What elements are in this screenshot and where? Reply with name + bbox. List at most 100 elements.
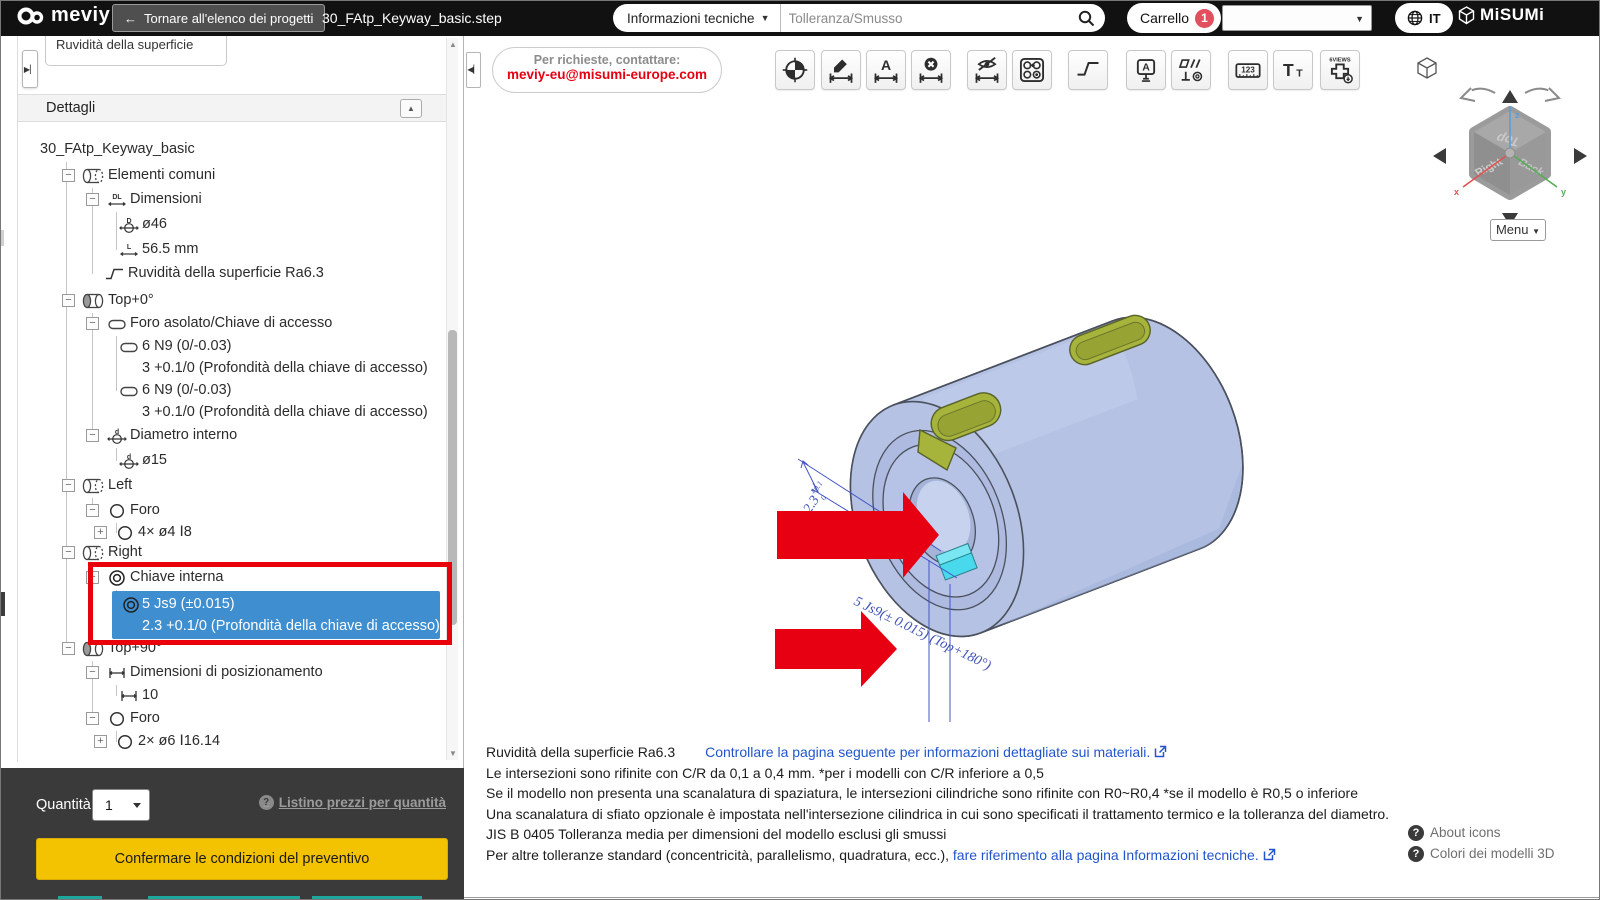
- tree-item-10[interactable]: 10: [0, 685, 446, 707]
- tree-item-diameter-46[interactable]: ø46: [0, 214, 446, 236]
- rotate-cw-arrow[interactable]: [1524, 87, 1562, 102]
- details-collapse-button[interactable]: ▲: [400, 99, 422, 118]
- tree-label: 6 N9 (0/-0.03): [142, 338, 232, 354]
- tree-item-keyway-slot[interactable]: − Foro asolato/Chiave di accesso: [0, 313, 446, 335]
- tree-item-elementi-comuni[interactable]: − Elementi comuni: [0, 165, 446, 187]
- tree-item-depth-a[interactable]: 3 +0.1/0 (Profondità della chiave di acc…: [0, 358, 446, 380]
- tree-expander[interactable]: −: [86, 504, 99, 517]
- edit-dimension-button[interactable]: [821, 50, 861, 90]
- hole-icon: [117, 525, 133, 541]
- tree-item-diameter-15[interactable]: ø15: [0, 450, 446, 472]
- delete-dimension-button[interactable]: [911, 50, 951, 90]
- note-line-6: Per altre tolleranze standard (concentri…: [486, 845, 1496, 866]
- sidebar-collapse-button[interactable]: ◀▏: [466, 52, 481, 88]
- tree-expander[interactable]: +: [94, 735, 107, 748]
- tree-item-6n9-a[interactable]: 6 N9 (0/-0.03): [0, 336, 446, 358]
- tree-item-roughness[interactable]: Ruvidità della superficie Ra6.3: [0, 263, 446, 285]
- rotate-left-arrow[interactable]: [1433, 148, 1446, 164]
- text-dimension-button[interactable]: A: [866, 50, 906, 90]
- tree-expander[interactable]: −: [86, 666, 99, 679]
- about-icons-link[interactable]: ? About icons: [1380, 822, 1592, 843]
- tree-root[interactable]: 30_FAtp_Keyway_basic: [0, 139, 446, 161]
- rotate-ccw-arrow[interactable]: [1458, 87, 1496, 102]
- tree-item-inner-diameter[interactable]: − Diametro interno: [0, 425, 446, 447]
- tree-expander[interactable]: −: [62, 642, 75, 655]
- contact-email[interactable]: meviy-eu@misumi-europe.com: [493, 67, 721, 82]
- cylinder-face-icon: [82, 293, 104, 309]
- cylinder-icon: [82, 478, 104, 494]
- rotate-right-arrow[interactable]: [1574, 148, 1587, 164]
- text-size-button[interactable]: T T: [1273, 50, 1313, 90]
- tree-item-left[interactable]: − Left: [0, 475, 446, 497]
- scroll-down-arrow[interactable]: ▼: [447, 749, 459, 758]
- letter-a: A: [1142, 62, 1150, 74]
- search-icon[interactable]: [1078, 10, 1095, 27]
- footer-help-links: ? About icons ? Colori dei modelli 3D: [1380, 822, 1592, 864]
- tree-expander[interactable]: −: [86, 429, 99, 442]
- tree-expander[interactable]: −: [86, 317, 99, 330]
- panel-expand-handle[interactable]: ▶▏: [22, 50, 38, 88]
- tree-item-right[interactable]: − Right: [0, 542, 446, 564]
- tech-info-dropdown[interactable]: Informazioni tecniche ▼: [613, 11, 780, 26]
- note-line-1: Ruvidità della superficie Ra6.3 Controlla…: [486, 742, 1496, 763]
- tree-item-foro-top90[interactable]: − Foro: [0, 708, 446, 730]
- scroll-up-arrow[interactable]: ▲: [447, 40, 459, 49]
- tree-item-4x-holes[interactable]: + 4× ø4 Ⅰ8: [0, 522, 446, 544]
- details-title: Dettagli: [46, 100, 96, 116]
- model-viewport[interactable]: 2.3+0.10 5 Js9(± 0.015) (Top+180°): [770, 252, 1250, 722]
- tree-expander[interactable]: −: [62, 546, 75, 559]
- cube-mini-icon[interactable]: [1417, 57, 1437, 79]
- tech-info-page-link[interactable]: fare riferimento alla pagina Informazion…: [953, 847, 1259, 863]
- tree-item-depth-b[interactable]: 3 +0.1/0 (Profondità della chiave di acc…: [0, 402, 446, 424]
- materials-info-link[interactable]: Controllare la pagina seguente per infor…: [705, 744, 1150, 760]
- globe-icon: [1407, 10, 1423, 26]
- cylinder-icon: [82, 168, 104, 184]
- tree-label: 10: [142, 687, 159, 703]
- tree-item-top0[interactable]: − Top+0°: [0, 290, 446, 312]
- dimension-value-button[interactable]: 123: [1228, 50, 1268, 90]
- chevron-down-icon: [133, 803, 141, 808]
- tree-expander[interactable]: −: [62, 479, 75, 492]
- tree-item-dimensioni[interactable]: − Dimensioni: [0, 189, 446, 211]
- view-cube-widget[interactable]: Top Right Back z x y: [1405, 48, 1600, 248]
- datum-label-button[interactable]: A: [1126, 50, 1166, 90]
- tree-item-2x-holes[interactable]: + 2× ø6 Ⅰ16.14: [0, 731, 446, 753]
- help-icon: ?: [1408, 845, 1424, 862]
- price-list-link[interactable]: ? Listino prezzi per quantità: [258, 795, 446, 810]
- hide-dimension-button[interactable]: [967, 50, 1007, 90]
- meviy-logo[interactable]: meviy: [16, 4, 110, 27]
- search-input[interactable]: [780, 10, 1078, 26]
- quantity-select[interactable]: 1: [92, 789, 150, 821]
- contact-bubble: Per richieste, contattare: meviy-eu@misu…: [492, 47, 722, 93]
- tree-item-length[interactable]: 56.5 mm: [0, 239, 446, 261]
- tilt-up-arrow[interactable]: [1502, 90, 1518, 103]
- note-line-5: JIS B 0405 Tolleranza media per dimensio…: [486, 826, 947, 842]
- model-colors-link[interactable]: ? Colori dei modelli 3D: [1380, 843, 1592, 864]
- surface-roughness-button[interactable]: [1068, 50, 1108, 90]
- tree-expander[interactable]: −: [86, 712, 99, 725]
- viewcube-menu-button[interactable]: Menu ▼: [1490, 219, 1546, 241]
- tree-expander[interactable]: −: [62, 294, 75, 307]
- technical-notes: Ruvidità della superficie Ra6.3 Controlla…: [486, 742, 1496, 865]
- confirm-quote-button[interactable]: Confermare le condizioni del preventivo: [36, 838, 448, 880]
- language-selector[interactable]: IT: [1395, 3, 1453, 33]
- tree-item-6n9-b[interactable]: 6 N9 (0/-0.03): [0, 380, 446, 402]
- tree-expander[interactable]: −: [86, 193, 99, 206]
- six-views-button[interactable]: 6VIEWS: [1320, 50, 1360, 90]
- tree-expander[interactable]: +: [94, 526, 107, 539]
- slot-icon: [108, 319, 126, 330]
- tree-expander[interactable]: −: [62, 169, 75, 182]
- note-line-4: Una scanalatura di sfiato opzionale è im…: [486, 805, 1390, 822]
- geometric-tolerance-button[interactable]: [1171, 50, 1211, 90]
- cart-button[interactable]: Carrello 1: [1127, 3, 1222, 33]
- inner-diameter-icon: [107, 428, 127, 444]
- back-to-projects-button[interactable]: ← Tornare all'elenco dei progetti: [112, 4, 326, 32]
- tree-item-foro-left[interactable]: − Foro: [0, 500, 446, 522]
- hole-pattern-button[interactable]: [1012, 50, 1052, 90]
- note-line-3: Se il modello non presenta una scanalatu…: [486, 785, 1358, 801]
- datum-target-button[interactable]: [775, 50, 815, 90]
- header-select[interactable]: ▼: [1222, 5, 1372, 31]
- slot-icon: [120, 342, 138, 353]
- tree-item-positioning-dims[interactable]: − Dimensioni di posizionamento: [0, 662, 446, 684]
- cart-label: Carrello: [1140, 10, 1190, 26]
